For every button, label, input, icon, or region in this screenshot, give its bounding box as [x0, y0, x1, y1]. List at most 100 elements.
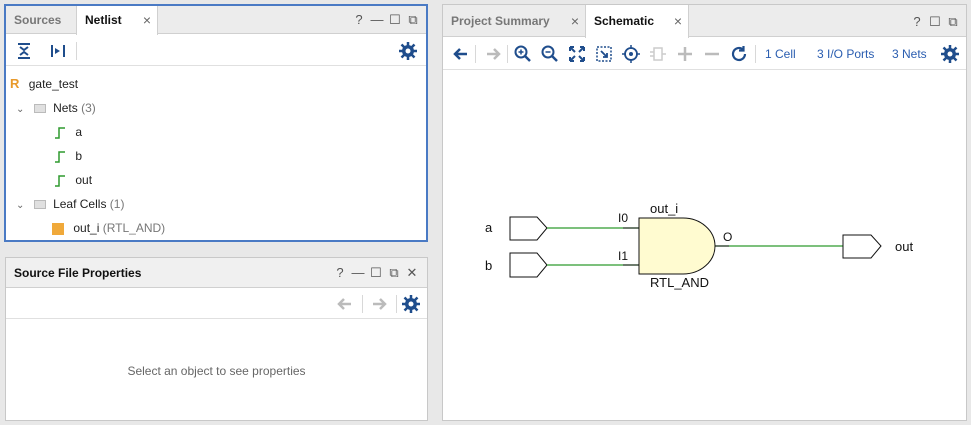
tab-netlist-label: Netlist: [85, 13, 122, 27]
schematic-canvas[interactable]: a b out_i RTL_AND I0 I1 O out: [443, 71, 966, 420]
net-label: b: [75, 149, 83, 163]
pin-label-i0: I0: [618, 211, 628, 225]
netlist-window-controls: ? — ☐ ⧉: [350, 6, 422, 34]
tab-schematic-label: Schematic: [594, 14, 655, 28]
help-icon[interactable]: ?: [350, 6, 368, 34]
schematic-window-controls: ? ☐ ⧉: [908, 8, 962, 36]
toolbar-separator: [507, 45, 508, 63]
cell-name: out_i: [73, 221, 100, 235]
folder-icon: [33, 104, 46, 114]
zoom-out-icon[interactable]: [540, 44, 560, 64]
tree-leaf-cells-folder[interactable]: ⌄ Leaf Cells (1): [16, 194, 124, 214]
maximize-icon[interactable]: ☐: [386, 6, 404, 34]
netlist-panel: Sources Netlist × ? — ☐ ⧉ R gate_test ⌄ …: [4, 4, 428, 242]
forward-arrow-icon[interactable]: [483, 44, 503, 64]
cell-icon: [52, 222, 64, 235]
input-port-label-b: b: [485, 258, 492, 273]
cell-outline-icon[interactable]: [648, 44, 668, 64]
close-icon[interactable]: ×: [571, 5, 579, 37]
minimize-icon[interactable]: —: [349, 258, 367, 288]
schematic-panel: Project Summary × Schematic × ? ☐ ⧉ 1 Cell…: [442, 4, 967, 421]
gear-icon[interactable]: [940, 44, 960, 64]
tree-root-label: gate_test: [28, 77, 79, 91]
tab-sources-label: Sources: [14, 13, 62, 27]
gear-icon[interactable]: [398, 41, 418, 61]
net-icon: [55, 127, 65, 139]
schematic-toolbar: 1 Cell 3 I/O Ports 3 Nets: [443, 38, 966, 70]
minus-icon[interactable]: [702, 44, 722, 64]
nets-count: (3): [81, 101, 96, 115]
collapse-all-icon[interactable]: [14, 41, 34, 61]
net-icon: [55, 151, 65, 163]
netlist-toolbar: [6, 36, 426, 66]
tab-schematic[interactable]: Schematic ×: [585, 5, 689, 38]
netlist-tabbar: Sources Netlist × ? — ☐ ⧉: [6, 6, 426, 35]
net-icon: [55, 175, 65, 187]
and-gate[interactable]: [638, 217, 716, 275]
pin-label-i1: I1: [618, 249, 628, 263]
toolbar-separator: [76, 42, 77, 60]
input-port-a[interactable]: [509, 216, 548, 241]
properties-header: Source File Properties ? — ☐ ⧉ ✕: [6, 258, 427, 288]
tab-sources[interactable]: Sources: [6, 6, 76, 34]
forward-arrow-icon[interactable]: [369, 294, 389, 314]
maximize-icon[interactable]: ☐: [367, 258, 385, 288]
tree-net-out[interactable]: out: [54, 170, 92, 190]
folder-icon: [33, 200, 46, 210]
gate-type-label: RTL_AND: [650, 275, 709, 290]
cell-type: (RTL_AND): [102, 221, 166, 235]
close-icon[interactable]: ×: [674, 5, 682, 37]
plus-icon[interactable]: [675, 44, 695, 64]
tree-net-a[interactable]: a: [54, 122, 82, 142]
back-arrow-icon[interactable]: [451, 44, 471, 64]
toolbar-separator: [475, 45, 476, 63]
float-icon[interactable]: ⧉: [944, 8, 962, 36]
tab-netlist[interactable]: Netlist ×: [76, 6, 158, 35]
io-ports-link[interactable]: 3 I/O Ports: [817, 47, 874, 61]
help-icon[interactable]: ?: [331, 258, 349, 288]
chevron-down-icon[interactable]: ⌄: [16, 200, 24, 211]
gate-instance-label: out_i: [650, 201, 678, 216]
toolbar-separator: [755, 45, 756, 63]
cells-link[interactable]: 1 Cell: [765, 47, 796, 61]
minimize-icon[interactable]: —: [368, 6, 386, 34]
toolbar-separator: [396, 295, 397, 313]
pin-label-o: O: [723, 230, 732, 244]
leaf-cells-label: Leaf Cells: [53, 197, 107, 211]
tree-nets-folder[interactable]: ⌄ Nets (3): [16, 98, 96, 118]
nets-label: Nets: [53, 101, 78, 115]
crosshair-icon[interactable]: [621, 44, 641, 64]
nets-link[interactable]: 3 Nets: [892, 47, 927, 61]
refresh-icon[interactable]: [729, 44, 749, 64]
input-port-b[interactable]: [509, 252, 548, 278]
tab-project-summary-label: Project Summary: [451, 14, 550, 28]
tree-cell-out-i[interactable]: out_i (RTL_AND): [52, 218, 165, 238]
chevron-down-icon[interactable]: ⌄: [16, 104, 24, 115]
properties-panel: Source File Properties ? — ☐ ⧉ ✕ Select an o…: [5, 257, 428, 421]
zoom-area-icon[interactable]: [594, 44, 614, 64]
float-icon[interactable]: ⧉: [404, 6, 422, 34]
net-label: out: [75, 173, 93, 187]
close-icon[interactable]: ×: [143, 6, 151, 34]
close-icon[interactable]: ✕: [403, 258, 421, 288]
zoom-in-icon[interactable]: [513, 44, 533, 64]
properties-window-controls: ? — ☐ ⧉ ✕: [331, 258, 421, 288]
rtl-design-icon: R: [10, 76, 20, 91]
properties-toolbar: [6, 289, 427, 319]
float-icon[interactable]: ⧉: [385, 258, 403, 288]
leaf-cells-count: (1): [109, 197, 125, 211]
schematic-tabbar: Project Summary × Schematic × ? ☐ ⧉: [443, 5, 966, 38]
back-arrow-icon[interactable]: [335, 294, 355, 314]
help-icon[interactable]: ?: [908, 8, 926, 36]
maximize-icon[interactable]: ☐: [926, 8, 944, 36]
input-port-label-a: a: [485, 220, 493, 235]
tree-net-b[interactable]: b: [54, 146, 82, 166]
properties-title: Source File Properties: [14, 266, 142, 280]
gear-icon[interactable]: [401, 294, 421, 314]
net-label: a: [75, 125, 83, 139]
zoom-fit-icon[interactable]: [567, 44, 587, 64]
expand-all-icon[interactable]: [48, 41, 68, 61]
tree-root[interactable]: R gate_test: [10, 74, 78, 94]
tab-project-summary[interactable]: Project Summary ×: [443, 5, 585, 37]
output-port-out[interactable]: [842, 234, 882, 259]
